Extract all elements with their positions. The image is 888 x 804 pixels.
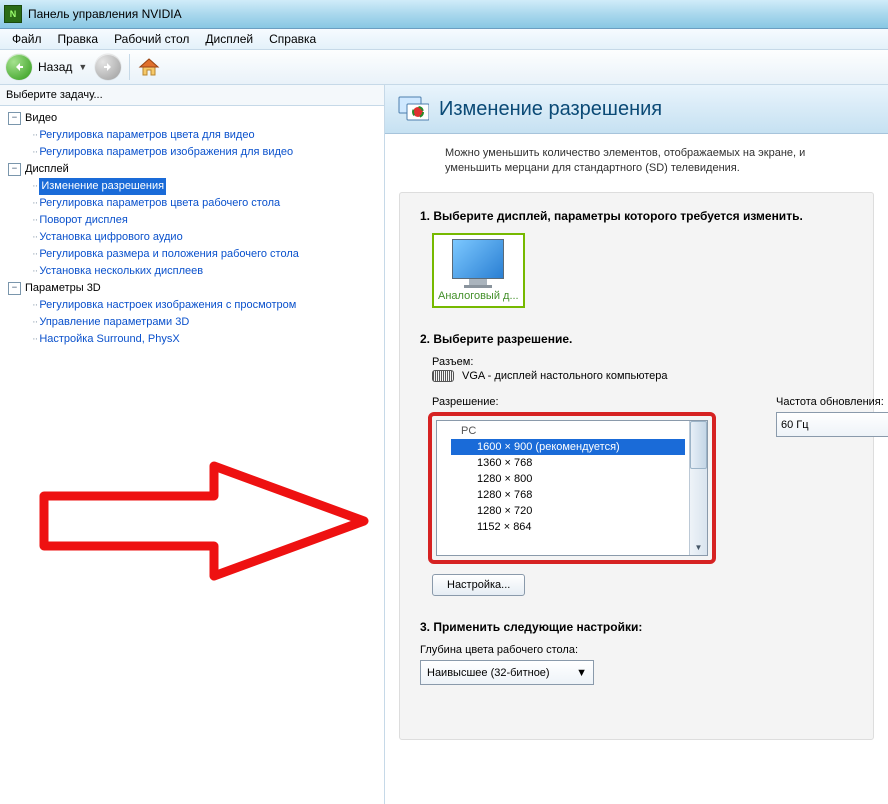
collapse-icon[interactable]: − [8,112,21,125]
tree-item-desktop-color[interactable]: ··Регулировка параметров цвета рабочего … [2,195,382,212]
resolution-listbox[interactable]: PC 1600 × 900 (рекомендуется) 1360 × 768… [436,420,708,556]
color-depth-value: Наивысшее (32-битное) [427,667,550,679]
monitor-screen-icon [452,239,504,279]
window-title: Панель управления NVIDIA [28,7,182,21]
resolution-option[interactable]: 1280 × 720 [437,503,689,519]
tree-item-size-position[interactable]: ··Регулировка размера и положения рабоче… [2,246,382,263]
tree-item-label: Регулировка параметров цвета рабочего ст… [39,195,280,212]
resolution-option[interactable]: 1152 × 864 [437,519,689,535]
arrow-left-icon [13,61,25,73]
step-2-title: 2. Выберите разрешение. [420,332,853,346]
refresh-rate-select[interactable]: 60 Гц ▼ [776,412,888,437]
tree-item-label: Регулировка параметров цвета для видео [39,127,254,144]
tree-cat-video-label: Видео [25,110,57,127]
menu-display[interactable]: Дисплей [197,30,261,48]
content: Выберите задачу... − Видео ··Регулировка… [0,85,888,804]
tree-item-label: Установка нескольких дисплеев [39,263,203,280]
color-depth-select[interactable]: Наивысшее (32-битное) ▼ [420,660,594,685]
menu-desktop[interactable]: Рабочий стол [106,30,197,48]
tree-cat-display-label: Дисплей [25,161,69,178]
customize-button[interactable]: Настройка... [432,574,525,596]
annotation-arrow-icon [34,446,374,596]
collapse-icon[interactable]: − [8,163,21,176]
menubar: Файл Правка Рабочий стол Дисплей Справка [0,29,888,50]
back-button[interactable] [6,54,32,80]
tree-cat-display[interactable]: − Дисплей [2,161,382,178]
resolution-group: PC [437,423,689,439]
tree-item-digital-audio[interactable]: ··Установка цифрового аудио [2,229,382,246]
annotation-highlight-box: PC 1600 × 900 (рекомендуется) 1360 × 768… [428,412,716,564]
collapse-icon[interactable]: − [8,282,21,295]
task-tree[interactable]: − Видео ··Регулировка параметров цвета д… [0,106,384,804]
connector-row: VGA - дисплей настольного компьютера [432,370,853,382]
scrollbar-down-icon[interactable]: ▼ [690,539,707,555]
tree-item-label: Регулировка размера и положения рабочего… [39,246,299,263]
settings-panel: 1. Выберите дисплей, параметры которого … [399,192,874,740]
home-icon [138,56,160,78]
display-caption: Аналоговый д... [438,290,519,302]
tree-cat-3d[interactable]: − Параметры 3D [2,280,382,297]
arrow-right-icon [102,61,114,73]
connector-value: VGA - дисплей настольного компьютера [462,370,668,382]
back-label[interactable]: Назад [38,60,72,74]
tree-item-change-resolution[interactable]: ··Изменение разрешения [2,178,382,195]
connector-label: Разъем: [432,356,853,368]
resolution-label: Разрешение: [432,396,716,408]
page-header-icon [397,93,429,125]
forward-button[interactable] [95,54,121,80]
resolution-option-selected[interactable]: 1600 × 900 (рекомендуется) [451,439,685,455]
tree-cat-video[interactable]: − Видео [2,110,382,127]
step-3: 3. Применить следующие настройки: Глубин… [420,620,853,685]
task-header: Выберите задачу... [0,85,384,106]
refresh-rate-label: Частота обновления: [776,396,888,408]
menu-edit[interactable]: Правка [50,30,107,48]
tree-item-multi-display[interactable]: ··Установка нескольких дисплеев [2,263,382,280]
tree-item-3d-manage[interactable]: ··Управление параметрами 3D [2,314,382,331]
page-description: Можно уменьшить количество элементов, от… [385,134,888,192]
tree-item-label: Настройка Surround, PhysX [39,331,179,348]
tree-item-label: Изменение разрешения [39,178,166,195]
refresh-rate-value: 60 Гц [781,419,809,431]
step-2: 2. Выберите разрешение. Разъем: VGA - ди… [420,332,853,596]
back-dropdown-icon[interactable]: ▼ [78,62,87,72]
toolbar: Назад ▼ [0,50,888,85]
resolution-option[interactable]: 1280 × 768 [437,487,689,503]
tree-cat-3d-label: Параметры 3D [25,280,101,297]
listbox-scrollbar[interactable]: ▼ [689,421,707,555]
step-3-title: 3. Применить следующие настройки: [420,620,853,634]
tree-item-3d-preview[interactable]: ··Регулировка настроек изображения с про… [2,297,382,314]
vga-icon [432,370,454,382]
tree-item-label: Регулировка параметров изображения для в… [39,144,293,161]
home-button[interactable] [136,54,162,80]
tree-item-label: Поворот дисплея [39,212,127,229]
tree-item-label: Регулировка настроек изображения с просм… [39,297,296,314]
tree-item-surround-physx[interactable]: ··Настройка Surround, PhysX [2,331,382,348]
titlebar: N Панель управления NVIDIA [0,0,888,29]
display-thumbnail[interactable]: Аналоговый д... [432,233,525,308]
resolution-option[interactable]: 1280 × 800 [437,471,689,487]
task-tree-pane: Выберите задачу... − Видео ··Регулировка… [0,85,385,804]
page-title: Изменение разрешения [439,98,662,121]
menu-help[interactable]: Справка [261,30,324,48]
scrollbar-thumb[interactable] [690,421,707,469]
color-depth-label: Глубина цвета рабочего стола: [420,644,853,656]
tree-item-rotate-display[interactable]: ··Поворот дисплея [2,212,382,229]
tree-item-label: Установка цифрового аудио [39,229,182,246]
step-1-title: 1. Выберите дисплей, параметры которого … [420,209,853,223]
dropdown-icon: ▼ [576,667,587,679]
menu-file[interactable]: Файл [4,30,50,48]
page-header: Изменение разрешения [385,85,888,134]
resolution-option[interactable]: 1360 × 768 [437,455,689,471]
app-icon: N [4,5,22,23]
tree-item-label: Управление параметрами 3D [39,314,189,331]
tree-item-video-image[interactable]: ··Регулировка параметров изображения для… [2,144,382,161]
settings-pane: Изменение разрешения Можно уменьшить кол… [385,85,888,804]
toolbar-separator [129,54,130,80]
step-1: 1. Выберите дисплей, параметры которого … [420,209,853,308]
tree-item-video-color[interactable]: ··Регулировка параметров цвета для видео [2,127,382,144]
